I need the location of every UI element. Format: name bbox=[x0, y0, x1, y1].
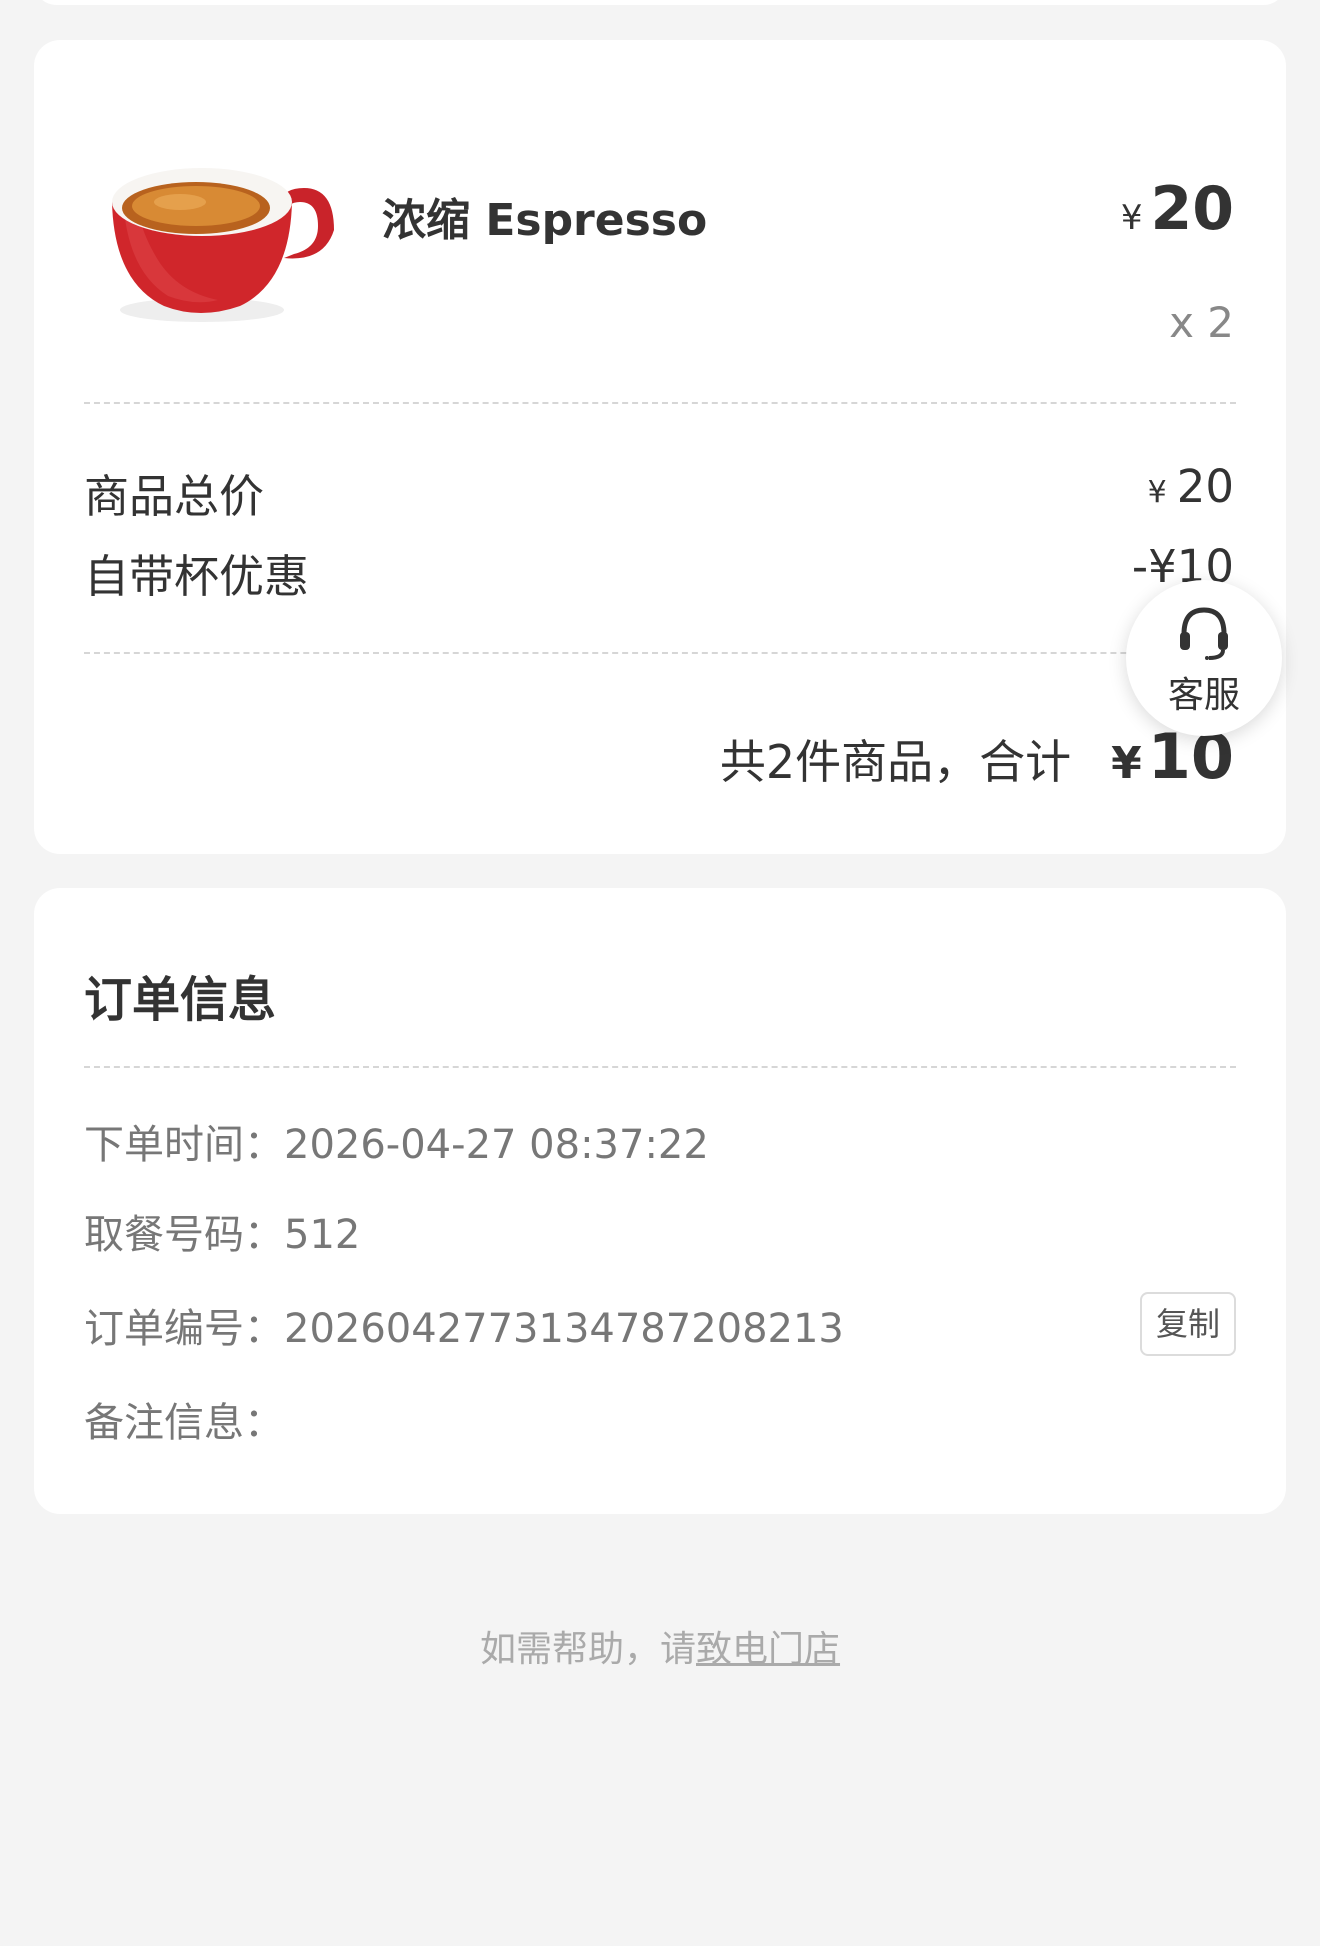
order-number-value: 2026042773134787208213 bbox=[284, 1306, 844, 1352]
items-divider bbox=[84, 402, 1236, 404]
remark-label: 备注信息： bbox=[84, 1400, 284, 1446]
pickup-number-value: 512 bbox=[284, 1212, 361, 1258]
order-number-row: 订单编号：2026042773134787208213 bbox=[84, 1296, 844, 1354]
pickup-number-label: 取餐号码： bbox=[84, 1212, 284, 1258]
order-number-label: 订单编号： bbox=[84, 1306, 284, 1352]
order-info-title: 订单信息 bbox=[84, 972, 277, 1028]
help-footer: 如需帮助，请致电门店 bbox=[0, 1620, 1320, 1672]
product-price: ¥20 bbox=[1121, 174, 1234, 244]
order-info-card: 订单信息 下单时间：2026-04-27 08:37:22 取餐号码：512 订… bbox=[34, 888, 1286, 1514]
subtotal-currency: ¥ bbox=[1147, 475, 1167, 510]
total-currency: ¥ bbox=[1111, 738, 1142, 789]
subtotal-label: 商品总价 bbox=[84, 470, 265, 523]
order-time-label: 下单时间： bbox=[84, 1122, 284, 1168]
product-quantity: x 2 bbox=[1169, 298, 1234, 347]
order-items-card: 浓缩 Espresso ¥20 x 2 商品总价 ¥20 自带杯优惠 -¥10 … bbox=[34, 40, 1286, 854]
customer-service-button[interactable]: 客服 bbox=[1126, 580, 1282, 736]
previous-card-edge bbox=[34, 0, 1286, 5]
call-store-link[interactable]: 致电门店 bbox=[696, 1629, 840, 1670]
order-info-divider bbox=[84, 1066, 1236, 1068]
order-detail-page: 浓缩 Espresso ¥20 x 2 商品总价 ¥20 自带杯优惠 -¥10 … bbox=[0, 0, 1320, 1946]
copy-order-number-button[interactable]: 复制 bbox=[1140, 1292, 1236, 1356]
remark-row: 备注信息： bbox=[84, 1390, 284, 1448]
order-time-row: 下单时间：2026-04-27 08:37:22 bbox=[84, 1112, 709, 1170]
summary-divider bbox=[84, 652, 1236, 654]
subtotal-amount: 20 bbox=[1176, 460, 1234, 513]
help-prefix: 如需帮助，请 bbox=[479, 1629, 696, 1670]
headset-icon bbox=[1180, 607, 1228, 660]
order-time-value: 2026-04-27 08:37:22 bbox=[284, 1122, 709, 1168]
espresso-cup-image bbox=[84, 110, 334, 350]
customer-service-label: 客服 bbox=[1167, 675, 1240, 716]
discount-label: 自带杯优惠 bbox=[84, 550, 310, 603]
product-name: 浓缩 Espresso bbox=[382, 195, 708, 246]
subtotal-value: ¥20 bbox=[1148, 460, 1234, 513]
order-total: 共2件商品，合计 ¥10 bbox=[720, 720, 1234, 793]
pickup-number-row: 取餐号码：512 bbox=[84, 1202, 360, 1260]
product-price-currency: ¥ bbox=[1120, 198, 1143, 238]
total-text: 共2件商品，合计 bbox=[719, 735, 1072, 789]
product-price-value: 20 bbox=[1150, 174, 1235, 244]
